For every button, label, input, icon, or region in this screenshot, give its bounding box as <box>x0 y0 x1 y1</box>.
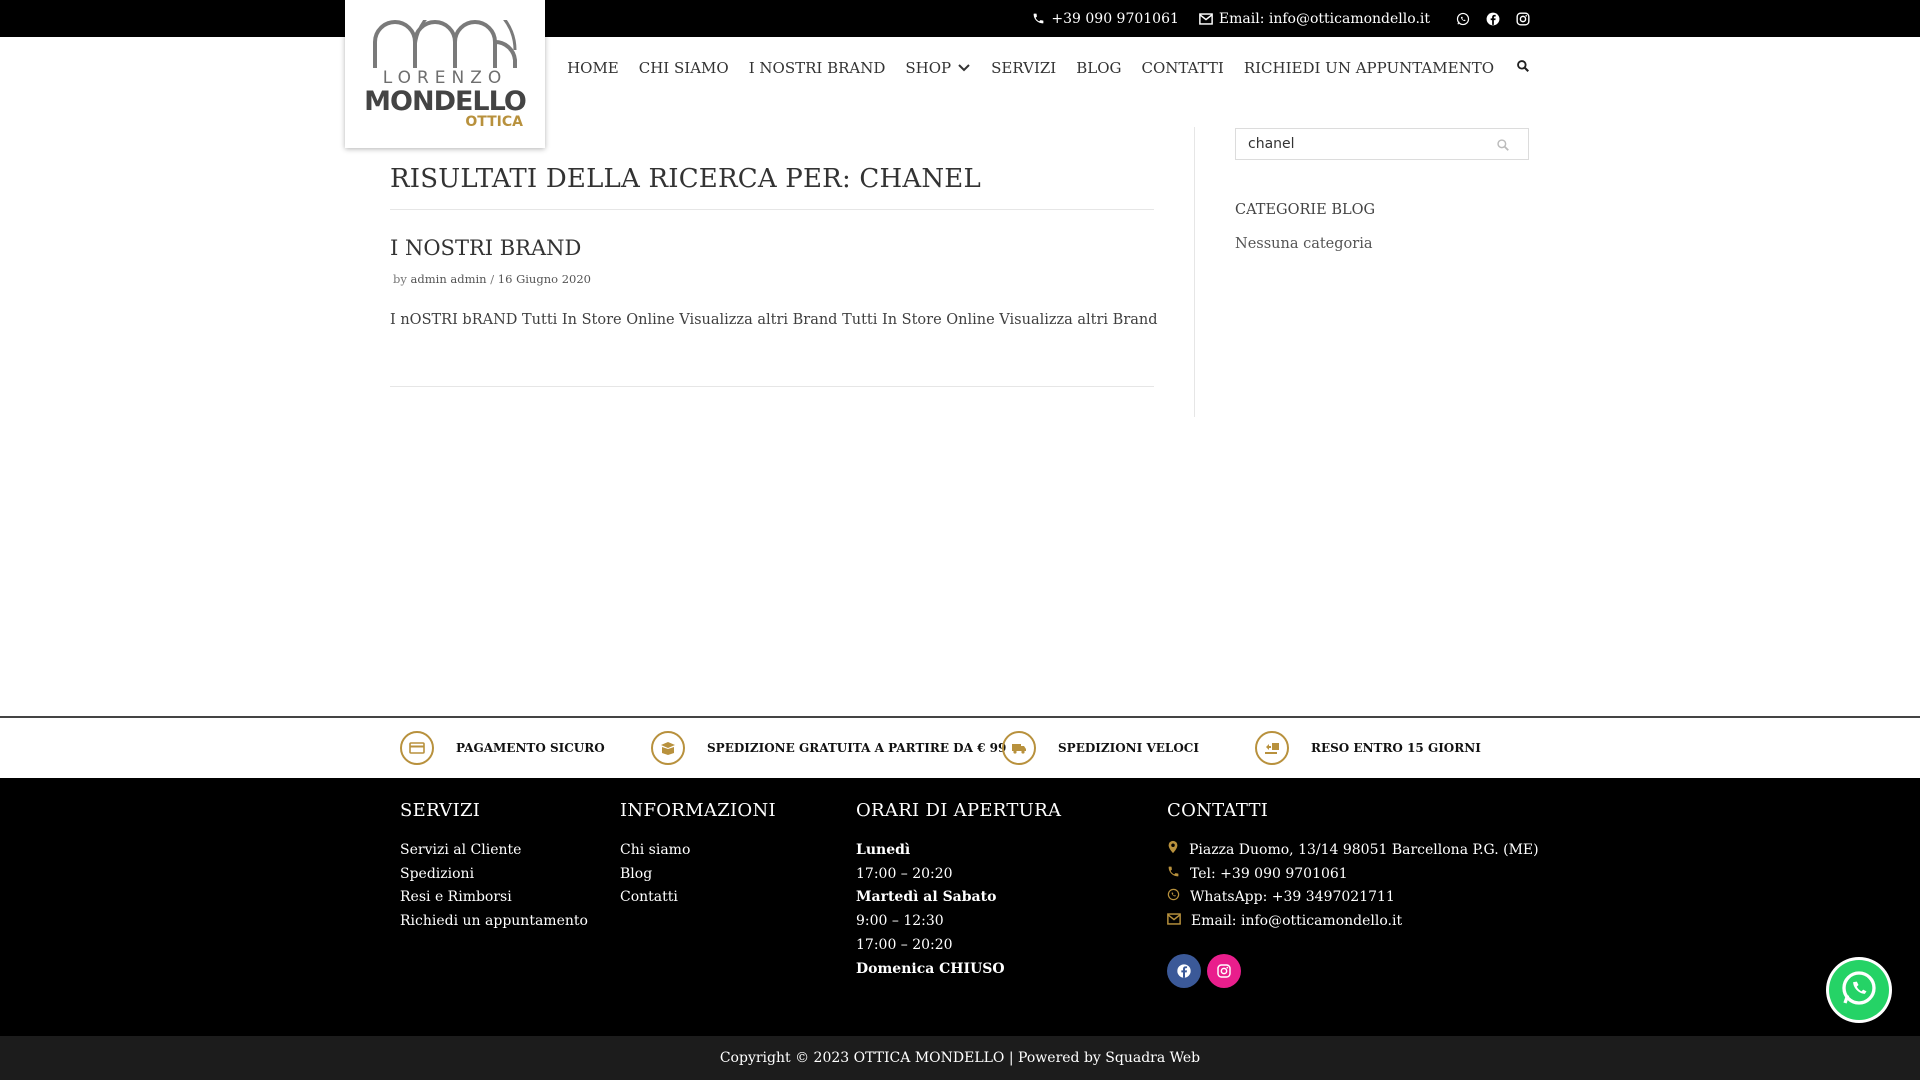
footer-address: Piazza Duomo, 13/14 98051 Barcellona P.G… <box>1167 839 1539 863</box>
instagram-icon[interactable] <box>1516 11 1530 26</box>
logo-line3: OTTICA <box>465 113 523 130</box>
logo-mark-icon <box>373 19 517 68</box>
footer: SERVIZI Servizi al Cliente Spedizioni Re… <box>0 778 1920 1036</box>
orari-line: Martedì al Sabato <box>856 889 997 906</box>
post-title-link[interactable]: I NOSTRI BRAND <box>390 236 581 260</box>
nav-servizi[interactable]: SERVIZI <box>991 59 1056 77</box>
footer-link-contatti[interactable]: Contatti <box>620 886 776 910</box>
top-phone[interactable]: +39 090 9701061 <box>1032 11 1179 27</box>
nav-richiedi-appuntamento[interactable]: RICHIEDI UN APPUNTAMENTO <box>1244 59 1494 77</box>
orari-line: 9:00 – 12:30 <box>856 913 944 930</box>
footer-title-info: INFORMAZIONI <box>620 800 776 821</box>
footer-col-info: INFORMAZIONI Chi siamo Blog Contatti <box>620 800 776 910</box>
footer-email[interactable]: Email: info@otticamondello.it <box>1167 910 1539 934</box>
top-email-text: Email: info@otticamondello.it <box>1218 10 1430 27</box>
orari-line: 17:00 – 20:20 <box>856 865 953 882</box>
post-excerpt: I nOSTRI bRAND Tutti In Store Online Vis… <box>390 312 1158 328</box>
search-icon[interactable] <box>1516 59 1530 77</box>
features-strip: PAGAMENTO SICURO SPEDIZIONE GRATUITA A P… <box>0 716 1920 780</box>
footer-link-servizi-cliente[interactable]: Servizi al Cliente <box>400 839 588 863</box>
whatsapp-icon <box>1839 968 1879 1012</box>
top-phone-text: +39 090 9701061 <box>1051 10 1179 27</box>
nav-blog[interactable]: BLOG <box>1076 59 1121 77</box>
nav-shop[interactable]: SHOP <box>905 59 971 77</box>
footer-email-text: Email: info@otticamondello.it <box>1191 913 1403 930</box>
footer-whatsapp[interactable]: WhatsApp: +39 3497021711 <box>1167 886 1539 910</box>
post-meta: by admin admin / 16 Giugno 2020 <box>393 272 591 286</box>
footer-title-orari: ORARI DI APERTURA <box>856 800 1062 821</box>
footer-socials <box>1167 953 1539 988</box>
footer-link-chi-siamo[interactable]: Chi siamo <box>620 839 776 863</box>
credit-card-icon <box>400 731 434 765</box>
post-date-link[interactable]: 16 Giugno 2020 <box>498 272 591 286</box>
search-icon[interactable] <box>1496 137 1510 156</box>
sidebar-search <box>1235 128 1529 160</box>
sidebar-divider <box>1194 127 1195 417</box>
logo-line2: MONDELLO <box>364 85 527 117</box>
footer-col-contatti: CONTATTI Piazza Duomo, 13/14 98051 Barce… <box>1167 800 1539 988</box>
instagram-icon[interactable] <box>1207 953 1241 988</box>
footer-link-blog[interactable]: Blog <box>620 863 776 887</box>
post-meta-by: by <box>393 272 407 286</box>
divider <box>390 209 1154 210</box>
phone-icon <box>1032 12 1045 25</box>
nav-contatti[interactable]: CONTATTI <box>1142 59 1224 77</box>
top-email[interactable]: Email: info@otticamondello.it <box>1199 11 1430 27</box>
footer-tel[interactable]: Tel: +39 090 9701061 <box>1167 863 1539 887</box>
whatsapp-icon[interactable] <box>1456 12 1470 26</box>
sidebar-search-input[interactable] <box>1236 130 1510 158</box>
footer-whatsapp-text: WhatsApp: +39 3497021711 <box>1190 889 1395 906</box>
feature-reso: RESO ENTRO 15 GIORNI <box>1255 730 1481 766</box>
facebook-icon[interactable] <box>1167 953 1201 988</box>
nav-shop-label: SHOP <box>905 59 952 77</box>
facebook-icon[interactable] <box>1486 12 1500 26</box>
feature-label: PAGAMENTO SICURO <box>456 741 605 755</box>
site-logo[interactable]: LORENZO MONDELLO OTTICA <box>345 0 545 148</box>
footer-col-orari: ORARI DI APERTURA Lunedì 17:00 – 20:20 M… <box>856 800 1061 981</box>
box-icon <box>651 731 685 765</box>
top-bar: +39 090 9701061 Email: info@otticamondel… <box>0 0 1920 37</box>
phone-icon <box>1167 863 1180 887</box>
feature-spedizione-gratuita: SPEDIZIONE GRATUITA A PARTIRE DA € 99 <box>651 730 1006 766</box>
footer-link-resi[interactable]: Resi e Rimborsi <box>400 886 588 910</box>
orari-line: 17:00 – 20:20 <box>856 936 953 953</box>
feature-label: RESO ENTRO 15 GIORNI <box>1311 741 1481 755</box>
orari-line: Domenica CHIUSO <box>856 960 1005 977</box>
nav-home[interactable]: HOME <box>567 59 619 77</box>
whatsapp-icon <box>1167 886 1180 910</box>
top-contacts: +39 090 9701061 Email: info@otticamondel… <box>1032 0 1530 37</box>
truck-icon <box>1002 731 1036 765</box>
post-meta-sep: / <box>490 272 495 286</box>
footer-link-appuntamento[interactable]: Richiedi un appuntamento <box>400 910 588 934</box>
footer-title-contatti: CONTATTI <box>1167 800 1269 821</box>
envelope-icon <box>1199 12 1213 25</box>
feature-label: SPEDIZIONE GRATUITA A PARTIRE DA € 99 <box>707 741 1007 755</box>
whatsapp-float-button[interactable] <box>1829 960 1889 1020</box>
chevron-down-icon[interactable] <box>957 59 971 77</box>
feature-label: SPEDIZIONI VELOCI <box>1058 741 1199 755</box>
main-nav: HOME CHI SIAMO I NOSTRI BRAND SHOP SERVI… <box>547 54 1530 82</box>
page-title: RISULTATI DELLA RICERCA PER: CHANEL <box>390 164 981 194</box>
feature-pagamento: PAGAMENTO SICURO <box>400 730 605 766</box>
footer-title-servizi: SERVIZI <box>400 800 481 821</box>
nav-i-nostri-brand[interactable]: I NOSTRI BRAND <box>749 59 886 77</box>
footer-address-text: Piazza Duomo, 13/14 98051 Barcellona P.G… <box>1189 842 1539 858</box>
top-socials <box>1456 11 1530 26</box>
return-box-icon <box>1255 731 1289 765</box>
widget-categories-empty: Nessuna categoria <box>1235 236 1373 252</box>
widget-title-categories: CATEGORIE BLOG <box>1235 202 1376 218</box>
divider <box>390 386 1154 387</box>
map-marker-icon <box>1167 839 1179 863</box>
nav-chi-siamo[interactable]: CHI SIAMO <box>639 59 729 77</box>
post-author-link[interactable]: admin admin <box>411 272 487 286</box>
footer-link-spedizioni[interactable]: Spedizioni <box>400 863 588 887</box>
copyright: Copyright © 2023 OTTICA MONDELLO | Power… <box>0 1036 1920 1080</box>
logo-line1: LORENZO <box>382 67 508 88</box>
footer-tel-text: Tel: +39 090 9701061 <box>1190 865 1348 882</box>
envelope-icon <box>1167 910 1181 934</box>
footer-col-servizi: SERVIZI Servizi al Cliente Spedizioni Re… <box>400 800 588 934</box>
feature-spedizioni-veloci: SPEDIZIONI VELOCI <box>1002 730 1199 766</box>
orari-line: Lunedì <box>856 842 911 858</box>
